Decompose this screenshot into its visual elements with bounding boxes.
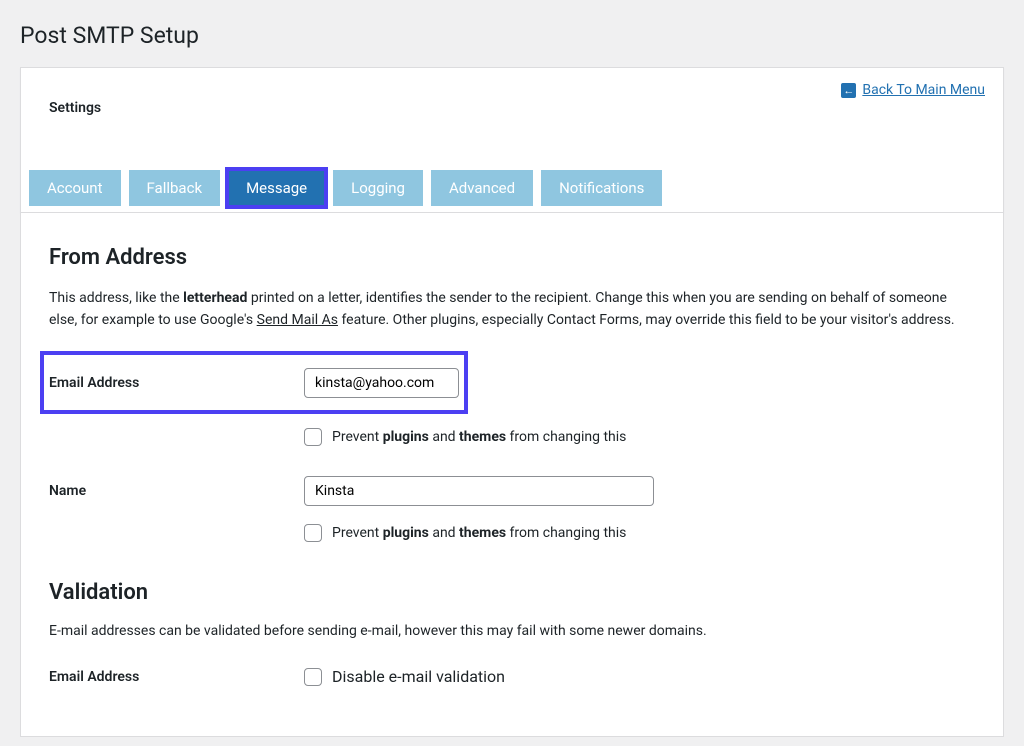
back-to-main-menu-link[interactable]: ← Back To Main Menu (841, 82, 985, 98)
prevent-name-checkbox-row: Prevent plugins and themes from changing… (304, 524, 975, 542)
tab-fallback[interactable]: Fallback (129, 170, 221, 206)
name-input[interactable] (304, 476, 654, 506)
prevent-name-label: Prevent plugins and themes from changing… (332, 525, 626, 541)
prevent-name-checkbox[interactable] (304, 524, 322, 542)
prevent-email-checkbox-row: Prevent plugins and themes from changing… (304, 428, 975, 446)
validation-section: Validation E-mail addresses can be valid… (49, 580, 975, 686)
tab-logging[interactable]: Logging (333, 170, 423, 206)
prevent-email-checkbox[interactable] (304, 428, 322, 446)
settings-label: Settings (49, 100, 975, 116)
name-row: Name (49, 476, 975, 506)
tab-notifications[interactable]: Notifications (541, 170, 662, 206)
email-address-row: Email Address (44, 355, 464, 410)
settings-panel: ← Back To Main Menu Settings Account Fal… (20, 67, 1004, 213)
disable-validation-checkbox[interactable] (304, 668, 322, 686)
disable-validation-label: Disable e-mail validation (332, 667, 505, 686)
back-arrow-icon: ← (841, 83, 856, 98)
email-address-input[interactable] (304, 368, 459, 398)
prevent-email-label: Prevent plugins and themes from changing… (332, 429, 626, 445)
from-address-description: This address, like the letterhead printe… (49, 288, 975, 331)
send-mail-as-link[interactable]: Send Mail As (257, 312, 338, 328)
from-address-title: From Address (49, 245, 975, 270)
validation-title: Validation (49, 580, 975, 605)
validation-email-row: Email Address Disable e-mail validation (49, 667, 975, 686)
tab-advanced[interactable]: Advanced (431, 170, 533, 206)
page-title: Post SMTP Setup (0, 0, 1024, 67)
back-link-text: Back To Main Menu (862, 82, 985, 98)
tab-account[interactable]: Account (29, 170, 121, 206)
email-address-label: Email Address (49, 375, 304, 391)
name-label: Name (49, 483, 304, 499)
validation-description: E-mail addresses can be validated before… (49, 623, 975, 639)
tab-message[interactable]: Message (228, 170, 325, 206)
validation-email-label: Email Address (49, 669, 304, 685)
tabs-container: Account Fallback Message Logging Advance… (21, 164, 1003, 212)
content-area: From Address This address, like the lett… (20, 213, 1004, 737)
panel-header: ← Back To Main Menu Settings (21, 68, 1003, 164)
